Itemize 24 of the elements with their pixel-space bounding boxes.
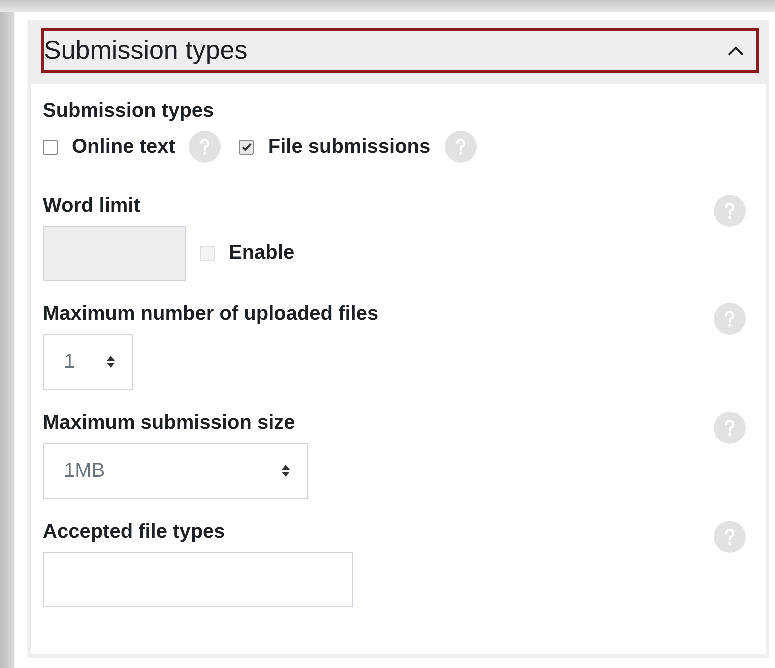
help-icon[interactable] <box>714 412 746 444</box>
help-icon[interactable] <box>714 195 746 227</box>
input-field[interactable] <box>43 226 186 281</box>
select-field[interactable]: 1MB <box>43 443 308 499</box>
input-field[interactable] <box>43 552 353 607</box>
field-label: Maximum submission size <box>43 412 296 435</box>
chevron-icon <box>728 46 744 56</box>
checkbox[interactable] <box>239 140 254 154</box>
field-label: Submission types <box>43 100 216 123</box>
checkbox-label[interactable]: File submissions <box>268 136 431 158</box>
section-header[interactable]: Submission types <box>41 28 759 73</box>
field-label: Maximum number of uploaded files <box>43 303 379 326</box>
sort-icon <box>281 464 291 478</box>
checkbox[interactable] <box>43 140 58 154</box>
section-title: Submission types <box>44 35 248 66</box>
help-icon[interactable] <box>444 131 477 163</box>
checkbox-label[interactable]: Online text <box>72 136 176 158</box>
select-field[interactable]: 1 <box>43 334 133 390</box>
field-label: Word limit <box>43 195 142 218</box>
field-label: Accepted file types <box>43 521 226 544</box>
help-icon[interactable] <box>714 303 746 335</box>
help-icon[interactable] <box>714 521 746 553</box>
help-icon[interactable] <box>189 131 222 163</box>
sort-icon <box>106 355 116 369</box>
